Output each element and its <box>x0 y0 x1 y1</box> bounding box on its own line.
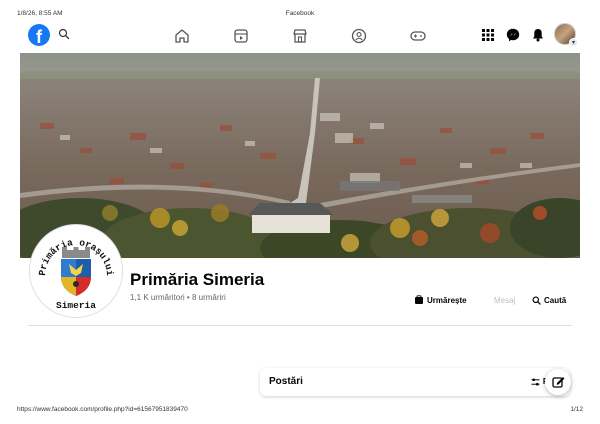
top-navigation: f ▾ <box>20 20 580 52</box>
messenger-icon[interactable] <box>505 27 521 43</box>
cover-photo[interactable] <box>20 53 580 258</box>
follow-label: Urmărește <box>427 295 467 305</box>
print-header: 1/8/26, 8:55 AM Facebook <box>0 0 600 20</box>
logo-bottom-text: Simeria <box>56 300 96 311</box>
page-title: Primăria Simeria <box>130 270 265 289</box>
simeria-coat-of-arms-logo: Primăria orașului Simeria <box>34 229 118 313</box>
profile-picture[interactable]: Primăria orașului Simeria <box>30 225 122 317</box>
compose-button[interactable] <box>545 369 571 395</box>
search-page-button[interactable]: Caută <box>532 294 566 306</box>
groups-icon[interactable] <box>349 26 369 46</box>
cover-city-aerial <box>20 53 580 258</box>
follow-button[interactable]: Urmărește <box>414 294 467 306</box>
print-page-number: 1/12 <box>570 406 583 413</box>
account-caret-icon[interactable]: ▾ <box>569 38 578 47</box>
print-title: Facebook <box>285 10 315 17</box>
video-icon[interactable] <box>231 26 251 46</box>
following-count[interactable]: 8 urmăriri <box>192 293 226 302</box>
header-divider <box>28 325 572 326</box>
facebook-logo[interactable]: f <box>28 24 50 46</box>
compose-icon <box>552 377 565 388</box>
posts-title: Postări <box>269 376 303 387</box>
marketplace-icon[interactable] <box>290 26 310 46</box>
stats-separator: • <box>186 293 190 302</box>
search-icon[interactable] <box>58 28 70 40</box>
menu-grid-icon[interactable] <box>480 27 496 43</box>
message-label: Mesaj <box>494 295 516 305</box>
followers-count[interactable]: 1,1 K urmăritori <box>130 293 185 302</box>
notifications-icon[interactable] <box>530 27 546 43</box>
gaming-icon[interactable] <box>408 26 428 46</box>
search-label: Caută <box>544 295 567 305</box>
follow-icon <box>415 295 423 304</box>
nav-tabs <box>170 26 430 46</box>
posts-section: Postări Fi <box>260 368 570 396</box>
print-url: https://www.facebook.com/profile.php?id=… <box>17 406 188 413</box>
nav-right-group: ▾ <box>476 23 578 49</box>
home-icon[interactable] <box>172 26 192 46</box>
filter-icon <box>531 377 540 386</box>
search-icon <box>532 295 541 305</box>
page-stats: 1,1 K urmăritori • 8 urmăriri <box>130 293 226 302</box>
message-button[interactable]: Mesaj <box>494 294 515 306</box>
